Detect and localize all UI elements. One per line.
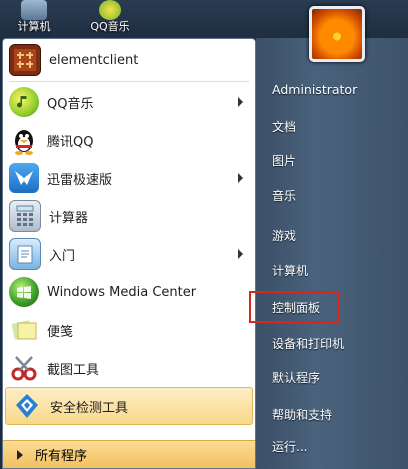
submenu-arrow-icon[interactable] <box>238 173 243 183</box>
thunder-bird-icon <box>9 163 39 193</box>
program-label: 便笺 <box>47 324 74 340</box>
desktop-icon-qq-music[interactable]: QQ音乐 <box>80 0 140 34</box>
triangle-right-icon <box>17 449 23 460</box>
program-item-qq-music[interactable]: QQ音乐 <box>3 83 255 121</box>
right-item-games[interactable]: 游戏 <box>272 227 296 244</box>
program-item-security-check[interactable]: 安全检测工具 <box>5 387 253 425</box>
desktop-icon-label: 计算机 <box>17 20 51 33</box>
right-item-devices-printers[interactable]: 设备和打印机 <box>272 335 344 352</box>
right-item-help-support[interactable]: 帮助和支持 <box>272 406 332 423</box>
control-panel-annotation-box <box>249 291 339 323</box>
program-label: 腾讯QQ <box>47 134 94 150</box>
program-item-thunder[interactable]: 迅雷极速版 <box>3 159 255 197</box>
user-avatar[interactable] <box>309 6 365 62</box>
program-label: 计算器 <box>49 210 89 226</box>
submenu-arrow-icon[interactable] <box>238 97 243 107</box>
program-item-elementclient[interactable]: elementclient <box>3 41 255 79</box>
media-center-icon <box>9 277 39 307</box>
desktop-icon-computer[interactable]: 计算机 <box>4 0 64 34</box>
divider <box>9 81 249 82</box>
program-item-getting-started[interactable]: 入门 <box>3 235 255 273</box>
program-label: Windows Media Center <box>47 284 197 300</box>
elementclient-icon <box>9 44 41 76</box>
submenu-arrow-icon[interactable] <box>238 249 243 259</box>
all-programs-button[interactable]: 所有程序 <box>3 440 255 468</box>
getting-started-icon <box>9 238 41 270</box>
program-item-sticky-notes[interactable]: 便笺 <box>3 311 255 349</box>
program-item-calculator[interactable]: 计算器 <box>3 197 255 235</box>
program-label: elementclient <box>49 52 139 68</box>
program-item-tencent-qq[interactable]: 腾讯QQ <box>3 121 255 159</box>
program-item-snipping-tool[interactable]: 截图工具 <box>3 349 255 387</box>
start-menu-programs-pane: elementclient QQ音乐 腾讯QQ 迅雷极速版 计算器 入门 Win… <box>2 38 256 469</box>
right-item-pictures[interactable]: 图片 <box>272 152 296 169</box>
right-item-default-programs[interactable]: 默认程序 <box>272 369 320 386</box>
security-check-icon <box>12 391 42 421</box>
right-item-computer[interactable]: 计算机 <box>272 262 308 279</box>
desktop-icon-label: QQ音乐 <box>90 20 130 33</box>
qq-music-icon <box>9 87 39 117</box>
scissors-icon <box>9 353 39 383</box>
pinned-programs-list: elementclient QQ音乐 腾讯QQ 迅雷极速版 计算器 入门 Win… <box>3 41 255 425</box>
program-label: 安全检测工具 <box>50 400 129 416</box>
program-label: 迅雷极速版 <box>47 172 113 188</box>
qq-music-icon <box>99 0 121 20</box>
qq-penguin-icon <box>9 125 39 155</box>
calculator-icon <box>9 200 41 232</box>
right-item-documents[interactable]: 文档 <box>272 118 296 135</box>
program-label: 截图工具 <box>47 362 100 378</box>
right-item-user-folder[interactable]: Administrator <box>272 82 357 97</box>
program-item-windows-media-center[interactable]: Windows Media Center <box>3 273 255 311</box>
right-item-run[interactable]: 运行... <box>272 438 307 455</box>
start-menu-places-pane: Administrator 文档 图片 音乐 游戏 计算机 控制面板 设备和打印… <box>256 6 408 469</box>
program-label: 入门 <box>49 248 76 264</box>
all-programs-label: 所有程序 <box>35 449 88 464</box>
computer-icon <box>21 0 47 20</box>
sticky-notes-icon <box>9 315 39 345</box>
right-item-music[interactable]: 音乐 <box>272 187 296 204</box>
program-label: QQ音乐 <box>47 96 94 112</box>
